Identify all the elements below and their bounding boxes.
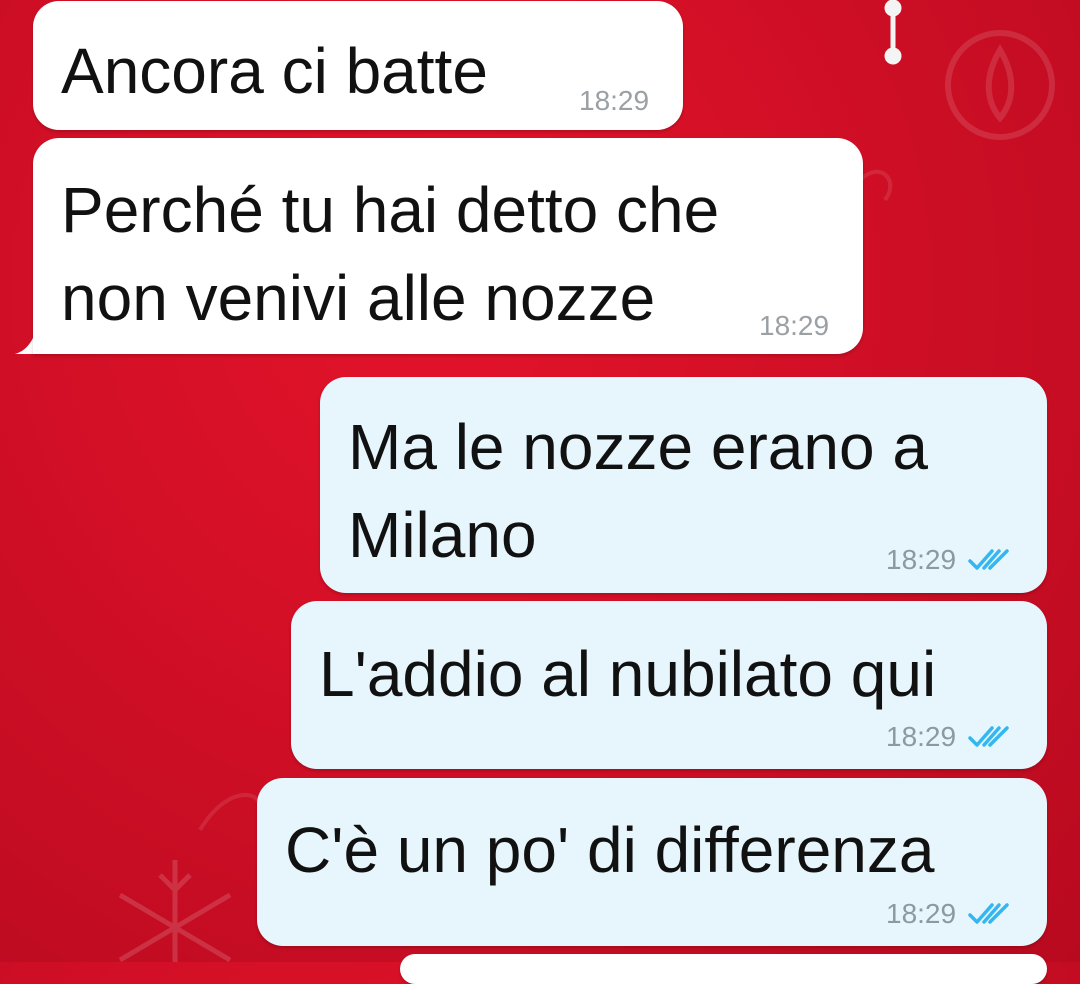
- message-meta: 18:29: [886, 544, 1010, 576]
- message-meta: 18:29: [759, 310, 829, 342]
- message-text: non venivi alle nozze: [61, 262, 656, 334]
- double-check-read-icon: [968, 725, 1010, 749]
- message-text: Perché tu hai detto che: [61, 174, 720, 246]
- snowflake-icon: [118, 860, 232, 962]
- double-check-read-icon: [968, 548, 1010, 572]
- message-time: 18:29: [886, 898, 957, 929]
- message-time: 18:29: [759, 310, 830, 341]
- logo-watermark-icon: [945, 30, 1055, 140]
- message-bubble-outgoing[interactable]: Ma le nozze erano a Milano 18:29: [320, 377, 1047, 593]
- message-meta: 18:29: [886, 721, 1010, 753]
- message-text: Ma le nozze erano a: [348, 411, 928, 483]
- message-time: 18:29: [579, 85, 650, 116]
- double-check-read-icon: [968, 902, 1010, 926]
- message-text: C'è un po' di differenza: [285, 814, 935, 886]
- message-text: L'addio al nubilato qui: [319, 638, 937, 710]
- message-time: 18:29: [886, 721, 957, 752]
- message-bubble-partial[interactable]: [400, 954, 1047, 984]
- message-bubble-incoming[interactable]: Perché tu hai detto che non venivi alle …: [33, 138, 863, 354]
- message-meta: 18:29: [579, 85, 649, 117]
- message-text: Milano: [348, 499, 537, 571]
- message-text: Ancora ci batte: [61, 35, 488, 107]
- hanging-ornament-icon: [884, 0, 902, 65]
- message-meta: 18:29: [886, 898, 1010, 930]
- message-bubble-outgoing[interactable]: L'addio al nubilato qui 18:29: [291, 601, 1047, 769]
- message-bubble-incoming[interactable]: Ancora ci batte 18:29: [33, 1, 683, 130]
- message-bubble-outgoing[interactable]: C'è un po' di differenza 18:29: [257, 778, 1047, 946]
- message-time: 18:29: [886, 544, 957, 575]
